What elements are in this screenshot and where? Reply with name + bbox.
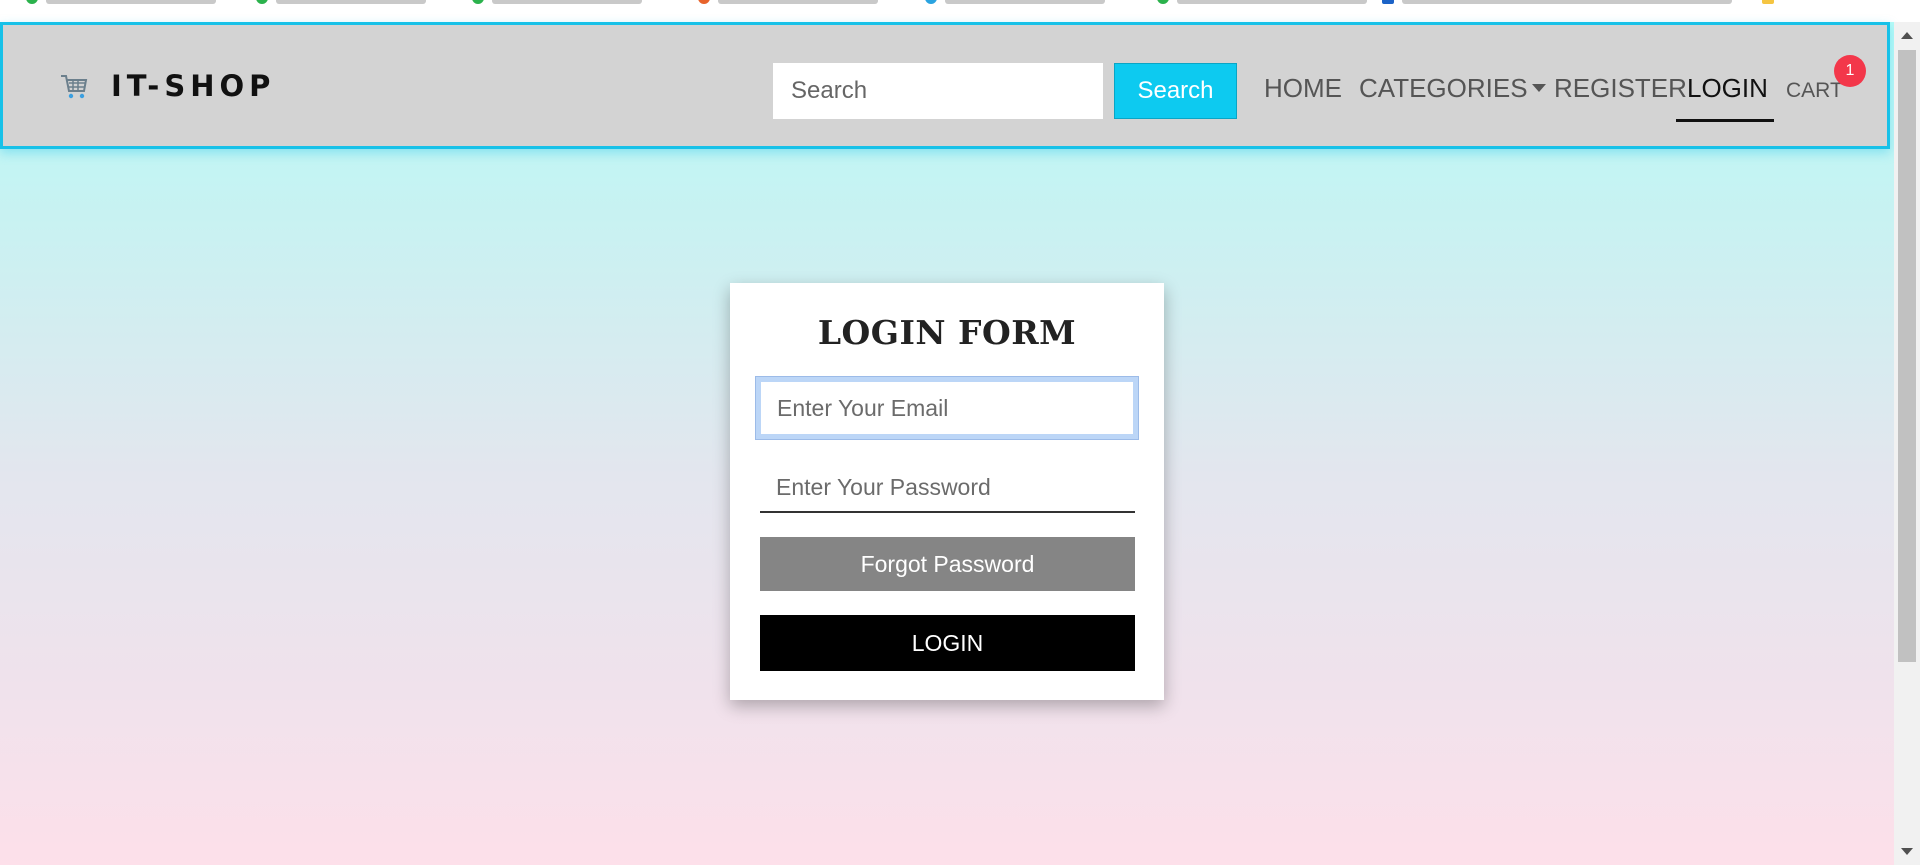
bookmark-label[interactable] xyxy=(718,0,878,4)
search-input[interactable] xyxy=(773,63,1103,119)
bookmark-favicon[interactable] xyxy=(925,0,937,4)
bookmark-favicon[interactable] xyxy=(256,0,268,4)
bookmark-label[interactable] xyxy=(492,0,642,4)
active-nav-indicator xyxy=(1676,119,1774,122)
scrollbar-thumb[interactable] xyxy=(1898,50,1916,662)
caret-down-icon xyxy=(1531,84,1546,93)
nav-cart-link[interactable]: CART xyxy=(1786,79,1843,103)
bookmark-favicon[interactable] xyxy=(698,0,710,4)
bookmark-favicon[interactable] xyxy=(26,0,38,4)
email-field[interactable] xyxy=(755,376,1139,440)
cart-count-badge: 1 xyxy=(1834,55,1866,87)
bookmarks-bar xyxy=(0,0,1920,22)
brand-link[interactable]: IT-SHOP xyxy=(59,69,275,103)
bookmark-favicon[interactable] xyxy=(472,0,484,4)
login-card: LOGIN FORM Forgot Password LOGIN xyxy=(730,283,1164,700)
nav-categories-label: CATEGORIES xyxy=(1359,73,1528,103)
login-submit-button[interactable]: LOGIN xyxy=(760,615,1135,671)
password-field[interactable] xyxy=(760,463,1135,513)
scroll-up-icon[interactable] xyxy=(1901,32,1913,39)
forgot-password-button[interactable]: Forgot Password xyxy=(760,537,1135,591)
bookmark-favicon[interactable] xyxy=(1382,0,1394,4)
navbar: IT-SHOP Search HOME CATEGORIES REGISTER … xyxy=(0,22,1890,149)
bookmark-label[interactable] xyxy=(1402,0,1732,4)
bookmark-favicon[interactable] xyxy=(1762,0,1774,4)
nav-register-link[interactable]: REGISTER xyxy=(1554,73,1687,104)
brand-name: IT-SHOP xyxy=(111,69,276,103)
nav-categories-dropdown[interactable]: CATEGORIES xyxy=(1359,73,1546,104)
bookmark-label[interactable] xyxy=(1177,0,1367,4)
bookmark-label[interactable] xyxy=(276,0,426,4)
bookmark-label[interactable] xyxy=(46,0,216,4)
nav-home-link[interactable]: HOME xyxy=(1264,73,1342,104)
bookmark-favicon[interactable] xyxy=(1157,0,1169,4)
search-button[interactable]: Search xyxy=(1114,63,1237,119)
bookmark-label[interactable] xyxy=(945,0,1105,4)
scroll-down-icon[interactable] xyxy=(1901,848,1913,855)
page-scrollbar[interactable] xyxy=(1894,22,1920,865)
shopping-cart-icon xyxy=(61,75,88,99)
nav-login-link[interactable]: LOGIN xyxy=(1687,73,1768,104)
login-title: LOGIN FORM xyxy=(817,313,1077,352)
